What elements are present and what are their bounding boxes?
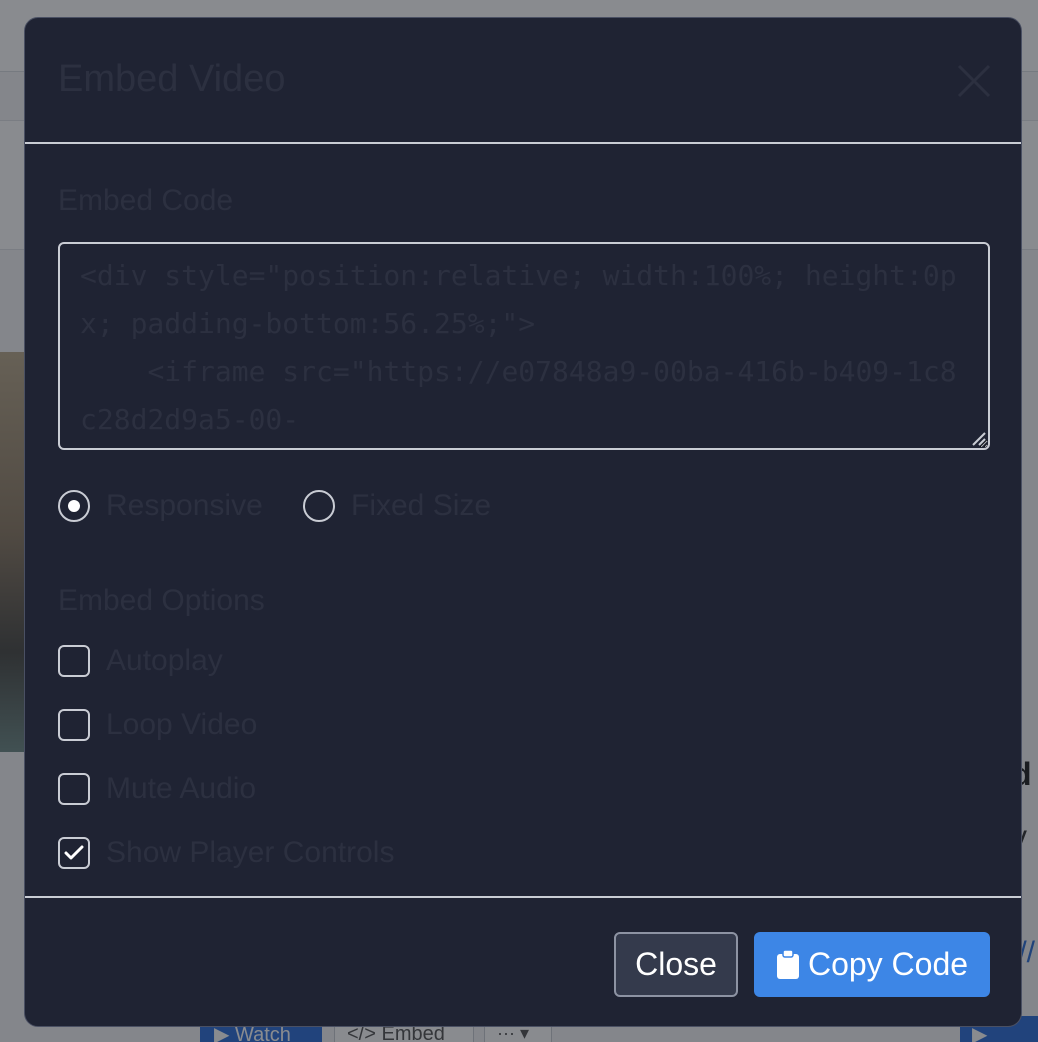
loop-video-label: Loop Video xyxy=(106,708,258,741)
radio-responsive[interactable]: Responsive xyxy=(58,488,263,524)
close-button[interactable]: Close xyxy=(614,932,738,997)
copy-code-button[interactable]: Copy Code xyxy=(754,932,990,997)
modal-header: Embed Video xyxy=(25,18,1021,144)
embed-options-title: Embed Options xyxy=(58,584,265,617)
modal-title: Embed Video xyxy=(58,58,286,100)
option-show-player-controls[interactable]: Show Player Controls xyxy=(58,835,394,871)
radio-label-fixed-size: Fixed Size xyxy=(351,489,492,522)
resize-handle-icon[interactable] xyxy=(969,429,987,447)
embed-code-label: Embed Code xyxy=(58,184,234,217)
mute-audio-checkbox[interactable] xyxy=(58,773,90,805)
copy-code-label: Copy Code xyxy=(807,946,969,982)
embed-video-modal: Embed Video Embed Code <div style="posit… xyxy=(24,17,1022,1027)
show-player-controls-label: Show Player Controls xyxy=(106,836,395,869)
modal-footer: Close Copy Code xyxy=(25,896,1021,1026)
radio-button[interactable] xyxy=(303,490,335,522)
option-loop-video[interactable]: Loop Video xyxy=(58,707,257,743)
option-mute-audio[interactable]: Mute Audio xyxy=(58,771,256,807)
modal-body: Embed Code <div style="position:relative… xyxy=(25,146,1021,896)
checkmark-icon xyxy=(64,845,84,860)
radio-button-checked[interactable] xyxy=(58,490,90,522)
loop-video-checkbox[interactable] xyxy=(58,709,90,741)
radio-label-responsive: Responsive xyxy=(106,489,263,522)
option-autoplay[interactable]: Autoplay xyxy=(58,643,223,679)
autoplay-checkbox[interactable] xyxy=(58,645,90,677)
show-player-controls-checkbox[interactable] xyxy=(58,837,90,869)
autoplay-label: Autoplay xyxy=(106,644,223,677)
close-x-icon[interactable] xyxy=(955,62,993,100)
embed-code-textarea[interactable]: <div style="position:relative; width:100… xyxy=(58,242,990,450)
mute-audio-label: Mute Audio xyxy=(106,772,257,805)
clipboard-icon xyxy=(776,949,799,979)
radio-fixed-size[interactable]: Fixed Size xyxy=(303,488,491,524)
